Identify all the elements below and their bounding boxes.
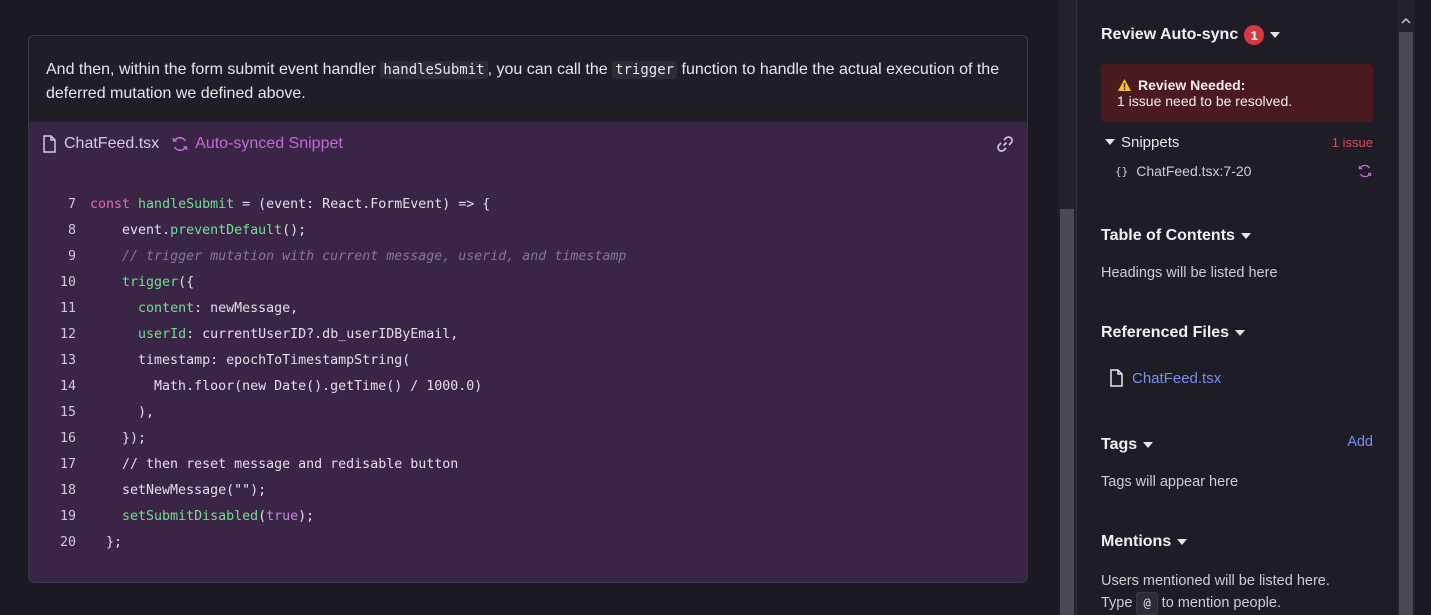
- code-line: 11 content: newMessage,: [29, 296, 1027, 322]
- document-scrollbar-thumb[interactable]: [1060, 209, 1074, 615]
- add-tag-button[interactable]: Add: [1347, 434, 1373, 450]
- doc-block: And then, within the form submit event h…: [28, 35, 1028, 583]
- document-scrollbar[interactable]: [1058, 0, 1076, 615]
- snippet-file-name[interactable]: ChatFeed.tsx: [64, 135, 159, 153]
- review-autosync-header[interactable]: Review Auto-sync 1: [1101, 25, 1281, 45]
- review-needed-alert: Review Needed: 1 issue need to be resolv…: [1101, 64, 1373, 122]
- line-number: 20: [59, 535, 76, 550]
- line-number: 10: [59, 275, 76, 290]
- referenced-files-title: Referenced Files: [1101, 324, 1230, 341]
- line-number: 7: [67, 197, 76, 212]
- document-pane: And then, within the form submit event h…: [0, 0, 1058, 615]
- file-icon: [43, 135, 56, 153]
- referenced-files-header[interactable]: Referenced Files: [1101, 324, 1246, 342]
- code-line: 9 // trigger mutation with current messa…: [29, 244, 1027, 270]
- caret-down-icon: [1143, 442, 1154, 448]
- code-line: 19 setSubmitDisabled(true);: [29, 504, 1027, 530]
- code-line: 17 // then reset message and redisable b…: [29, 452, 1027, 478]
- snippet-list-item[interactable]: {} ChatFeed.tsx:7-20: [1115, 161, 1373, 181]
- sidebar-scrollbar[interactable]: [1397, 0, 1415, 615]
- sync-icon[interactable]: [1357, 163, 1373, 179]
- code-line: 14 Math.floor(new Date().getTime() / 100…: [29, 374, 1027, 400]
- line-number: 14: [59, 379, 76, 394]
- snippets-issue-count: 1 issue: [1331, 134, 1373, 150]
- toc-empty-text: Headings will be listed here: [1101, 265, 1278, 281]
- line-number: 8: [67, 223, 76, 238]
- tags-header[interactable]: Tags: [1101, 436, 1154, 454]
- mentions-header[interactable]: Mentions: [1101, 533, 1188, 551]
- inline-code-handlesubmit: handleSubmit: [380, 61, 488, 79]
- code-braces-icon: {}: [1115, 164, 1129, 178]
- snippet-header: ChatFeed.tsx Auto-synced Snippet: [29, 122, 1027, 166]
- caret-down-icon: [1270, 32, 1281, 38]
- line-number: 16: [59, 431, 76, 446]
- line-number: 17: [59, 457, 76, 472]
- window-edge: [1415, 0, 1431, 615]
- sync-icon: [172, 137, 188, 151]
- sidebar: Review Auto-sync 1 Review Needed: 1 issu…: [1077, 0, 1397, 615]
- inline-code-trigger: trigger: [612, 61, 678, 79]
- caret-down-icon: [1177, 539, 1188, 545]
- code-line: 18 setNewMessage("");: [29, 478, 1027, 504]
- caret-down-icon: [1235, 330, 1246, 336]
- caret-down-icon: [1240, 233, 1251, 239]
- code-line: 8 event.preventDefault();: [29, 218, 1027, 244]
- mentions-hint: to mention people.: [1161, 595, 1281, 611]
- line-number: 18: [59, 483, 76, 498]
- code-line: 10 trigger({: [29, 270, 1027, 296]
- issue-count-badge: 1: [1244, 25, 1265, 45]
- line-number: 19: [59, 509, 76, 524]
- mentions-type-label: Type: [1101, 595, 1133, 611]
- line-number: 11: [59, 301, 76, 316]
- code-line: 12 userId: currentUserID?.db_userIDByEma…: [29, 322, 1027, 348]
- mentions-empty-text: Users mentioned will be listed here. Typ…: [1101, 571, 1330, 615]
- mentions-line1: Users mentioned will be listed here.: [1101, 573, 1330, 589]
- code-line: 15 ),: [29, 400, 1027, 426]
- tags-title: Tags: [1101, 436, 1138, 453]
- auto-synced-label: Auto-synced Snippet: [195, 135, 343, 152]
- referenced-file-link[interactable]: ChatFeed.tsx: [1109, 369, 1221, 387]
- doc-paragraph: And then, within the form submit event h…: [29, 36, 1027, 122]
- file-icon: [1110, 369, 1123, 387]
- toc-title: Table of Contents: [1101, 227, 1235, 244]
- snippet-item-label: ChatFeed.tsx:7-20: [1136, 163, 1252, 179]
- line-number: 13: [59, 353, 76, 368]
- snippets-label: Snippets: [1121, 133, 1180, 151]
- line-number: 15: [59, 405, 76, 420]
- line-number: 12: [59, 327, 76, 342]
- at-key: @: [1136, 592, 1158, 615]
- code-line: 7 const handleSubmit = (event: React.Form…: [29, 192, 1027, 218]
- mentions-line2: Type @ to mention people.: [1101, 592, 1330, 615]
- snippets-group[interactable]: Snippets 1 issue: [1105, 132, 1373, 152]
- referenced-file-name: ChatFeed.tsx: [1132, 369, 1222, 387]
- doc-text-mid: , you can call the: [487, 61, 613, 78]
- tags-empty-text: Tags will appear here: [1101, 474, 1239, 490]
- warning-icon: [1118, 79, 1131, 91]
- code-snippet: ChatFeed.tsx Auto-synced Snippet 7 const …: [29, 122, 1027, 582]
- alert-body: 1 issue need to be resolved.: [1117, 93, 1293, 109]
- code-body[interactable]: 7 const handleSubmit = (event: React.Form…: [29, 192, 1027, 556]
- line-number: 9: [67, 249, 76, 264]
- toc-header[interactable]: Table of Contents: [1101, 227, 1251, 245]
- mentions-title: Mentions: [1101, 533, 1172, 550]
- triangle-down-icon: [1105, 139, 1115, 145]
- review-autosync-title: Review Auto-sync: [1101, 26, 1239, 43]
- sidebar-scrollbar-thumb[interactable]: [1399, 32, 1413, 615]
- code-line: 16 });: [29, 426, 1027, 452]
- chevron-up-icon[interactable]: [1401, 16, 1411, 26]
- code-line: 20 };: [29, 530, 1027, 556]
- link-icon[interactable]: [995, 134, 1015, 154]
- doc-text-before: And then, within the form submit event h…: [46, 61, 381, 78]
- code-line: 13 timestamp: epochToTimestampString(: [29, 348, 1027, 374]
- alert-title: Review Needed:: [1138, 77, 1246, 93]
